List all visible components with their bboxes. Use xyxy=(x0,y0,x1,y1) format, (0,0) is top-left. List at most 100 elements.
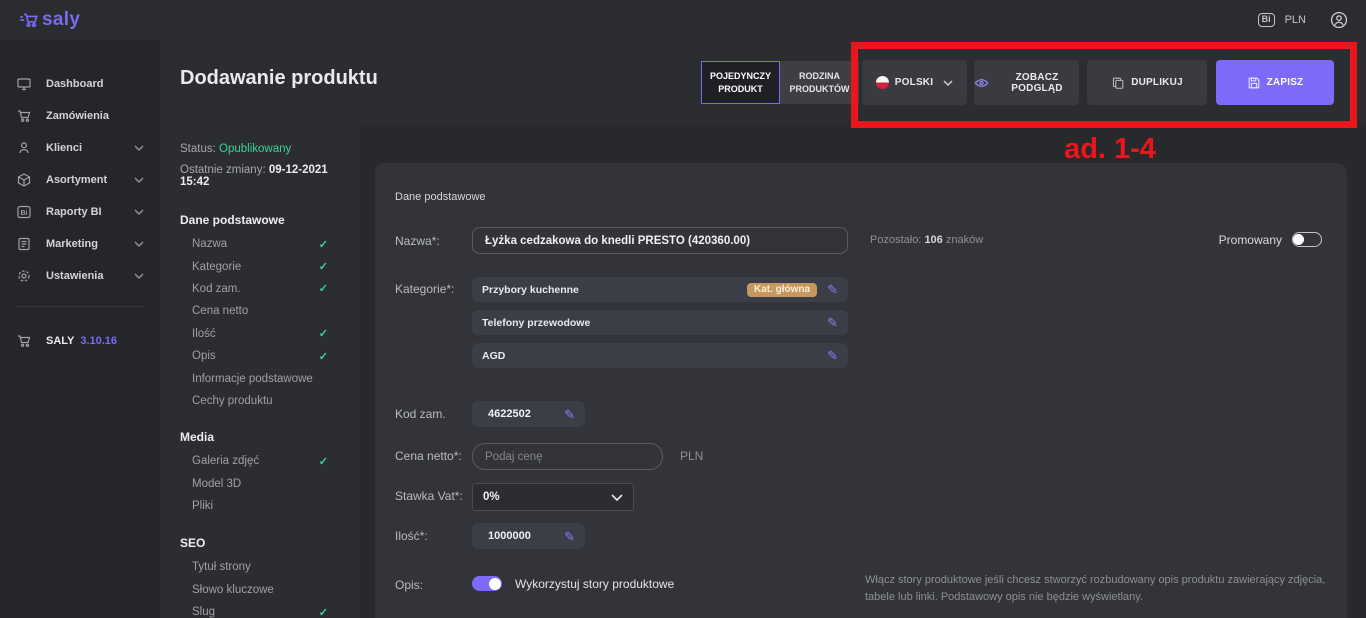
edit-pencil-icon[interactable]: ✎ xyxy=(827,316,838,329)
language-label: POLSKI xyxy=(895,77,933,88)
promoted-control: Promowany xyxy=(1219,232,1322,247)
sidebar-item-dashboard[interactable]: Dashboard xyxy=(0,68,160,100)
status-label: Status: xyxy=(180,143,216,155)
cart-logo-icon xyxy=(18,10,40,30)
remaining-chars: Pozostało: 106 znaków xyxy=(870,234,983,246)
nav-item-nazwa[interactable]: Nazwa ✓ xyxy=(180,233,340,255)
edit-pencil-icon[interactable]: ✎ xyxy=(827,283,838,296)
promoted-label: Promowany xyxy=(1219,233,1282,247)
duplicate-label: DUPLIKUJ xyxy=(1131,77,1183,88)
sidebar: Dashboard Zamówienia Klienci xyxy=(0,40,160,618)
user-circle-icon xyxy=(1330,11,1348,29)
sidebar-item-label: Klienci xyxy=(46,142,82,154)
category-row-agd[interactable]: AGD ✎ xyxy=(472,343,848,368)
edit-pencil-icon[interactable]: ✎ xyxy=(564,530,575,543)
tab-rodzina-produktow[interactable]: RODZINA PRODUKTÓW xyxy=(780,61,859,104)
sidebar-item-label: Dashboard xyxy=(46,78,103,90)
tab-pojedynczy-produkt[interactable]: POJEDYNCZY PRODUKT xyxy=(701,61,780,104)
check-icon: ✓ xyxy=(319,260,328,273)
app-name: SALY xyxy=(46,335,74,347)
annotation-label: ad. 1-4 xyxy=(1000,133,1220,166)
chevron-down-icon xyxy=(943,80,953,86)
nav-item-informacje-podstawowe[interactable]: Informacje podstawowe xyxy=(180,367,340,389)
gear-icon xyxy=(16,268,33,284)
chevron-down-icon xyxy=(611,494,623,501)
nav-section-seo: SEO xyxy=(180,536,340,550)
check-icon: ✓ xyxy=(319,282,328,295)
card-section-title: Dane podstawowe xyxy=(395,191,486,203)
kod-zam-label: Kod zam. xyxy=(395,407,446,421)
duplicate-button[interactable]: DUPLIKUJ xyxy=(1087,60,1207,105)
nav-section-dane-podstawowe: Dane podstawowe xyxy=(180,213,340,227)
nav-item-kod-zam[interactable]: Kod zam. ✓ xyxy=(180,278,340,300)
currency-label: PLN xyxy=(1285,14,1306,26)
sidebar-item-marketing[interactable]: Marketing xyxy=(0,228,160,260)
preview-button[interactable]: ZOBACZ PODGLĄD xyxy=(974,60,1079,105)
nav-item-ilosc[interactable]: Ilość ✓ xyxy=(180,323,340,345)
cena-netto-input[interactable] xyxy=(472,443,663,470)
sidebar-item-label: Zamówienia xyxy=(46,110,109,122)
language-dropdown[interactable]: POLSKI xyxy=(862,60,967,105)
svg-text:Bi: Bi xyxy=(21,210,28,217)
category-row-telefony-przewodowe[interactable]: Telefony przewodowe ✎ xyxy=(472,310,848,335)
story-toggle-label: Wykorzystuj story produktowe xyxy=(515,577,674,591)
promoted-toggle[interactable] xyxy=(1292,232,1322,247)
chevron-down-icon xyxy=(134,241,144,247)
nav-item-cechy-produktu[interactable]: Cechy produktu xyxy=(180,390,340,412)
product-type-tabs: POJEDYNCZY PRODUKT RODZINA PRODUKTÓW xyxy=(701,61,859,104)
nav-item-opis[interactable]: Opis ✓ xyxy=(180,345,340,367)
app-version-number: 3.10.16 xyxy=(80,335,117,347)
topbar: saly Bi PLN xyxy=(0,0,1366,40)
opis-label: Opis: xyxy=(395,578,423,592)
app-logo[interactable]: saly xyxy=(18,9,80,31)
story-hint-text: Włącz story produktowe jeśli chcesz stwo… xyxy=(865,572,1343,605)
user-account-button[interactable] xyxy=(1330,11,1348,29)
check-icon: ✓ xyxy=(319,238,328,251)
last-modified-row: Ostatnie zmiany: 09-12-2021 15:42 xyxy=(180,164,340,188)
sidebar-divider xyxy=(14,306,146,307)
nazwa-input[interactable] xyxy=(472,227,848,254)
sidebar-item-label: Raporty BI xyxy=(46,206,102,218)
remaining-count: 106 xyxy=(924,234,942,246)
story-toggle-control: Wykorzystuj story produktowe xyxy=(472,576,674,591)
cart-icon xyxy=(16,333,33,349)
edit-pencil-icon[interactable]: ✎ xyxy=(564,408,575,421)
edit-pencil-icon[interactable]: ✎ xyxy=(827,349,838,362)
bi-report-icon: Bi xyxy=(16,204,33,220)
sidebar-item-klienci[interactable]: Klienci xyxy=(0,132,160,164)
nav-item-cena-netto[interactable]: Cena netto xyxy=(180,300,340,322)
logo-text: saly xyxy=(42,9,80,31)
sidebar-item-ustawienia[interactable]: Ustawienia xyxy=(0,260,160,292)
sidebar-item-raporty-bi[interactable]: Bi Raporty BI xyxy=(0,196,160,228)
toggle-knob xyxy=(489,578,501,590)
ilosc-value: 1000000 xyxy=(488,530,531,542)
vat-selected-value: 0% xyxy=(483,491,500,503)
status-row: Status: Opublikowany xyxy=(180,143,340,155)
nav-item-model-3d[interactable]: Model 3D xyxy=(180,473,340,495)
check-icon: ✓ xyxy=(319,455,328,468)
monitor-icon xyxy=(16,76,33,92)
nav-item-galeria-zdjec[interactable]: Galeria zdjęć ✓ xyxy=(180,450,340,472)
app-version: SALY 3.10.16 xyxy=(0,333,160,349)
sidebar-item-asortyment[interactable]: Asortyment xyxy=(0,164,160,196)
nav-item-pliki[interactable]: Pliki xyxy=(180,495,340,517)
sidebar-item-zamowienia[interactable]: Zamówienia xyxy=(0,100,160,132)
story-toggle[interactable] xyxy=(472,576,502,591)
chevron-down-icon xyxy=(134,209,144,215)
currency-suffix: PLN xyxy=(680,449,703,463)
check-icon: ✓ xyxy=(319,327,328,340)
nav-item-kategorie[interactable]: Kategorie ✓ xyxy=(180,255,340,277)
person-icon xyxy=(16,140,33,156)
chevron-down-icon xyxy=(134,145,144,151)
sidebar-item-label: Marketing xyxy=(46,238,98,250)
save-label: ZAPISZ xyxy=(1267,77,1304,88)
nav-item-slowo-kluczowe[interactable]: Słowo kluczowe xyxy=(180,579,340,601)
cena-netto-label: Cena netto*: xyxy=(395,449,462,463)
chevron-down-icon xyxy=(134,177,144,183)
nav-item-slug[interactable]: Slug ✓ xyxy=(180,601,340,618)
box-icon xyxy=(16,172,33,188)
vat-select[interactable]: 0% xyxy=(472,483,634,511)
save-button[interactable]: ZAPISZ xyxy=(1216,60,1334,105)
nav-item-tytul-strony[interactable]: Tytuł strony xyxy=(180,556,340,578)
category-row-przybory-kuchenne[interactable]: Przybory kuchenne Kat. główna ✎ xyxy=(472,277,848,302)
